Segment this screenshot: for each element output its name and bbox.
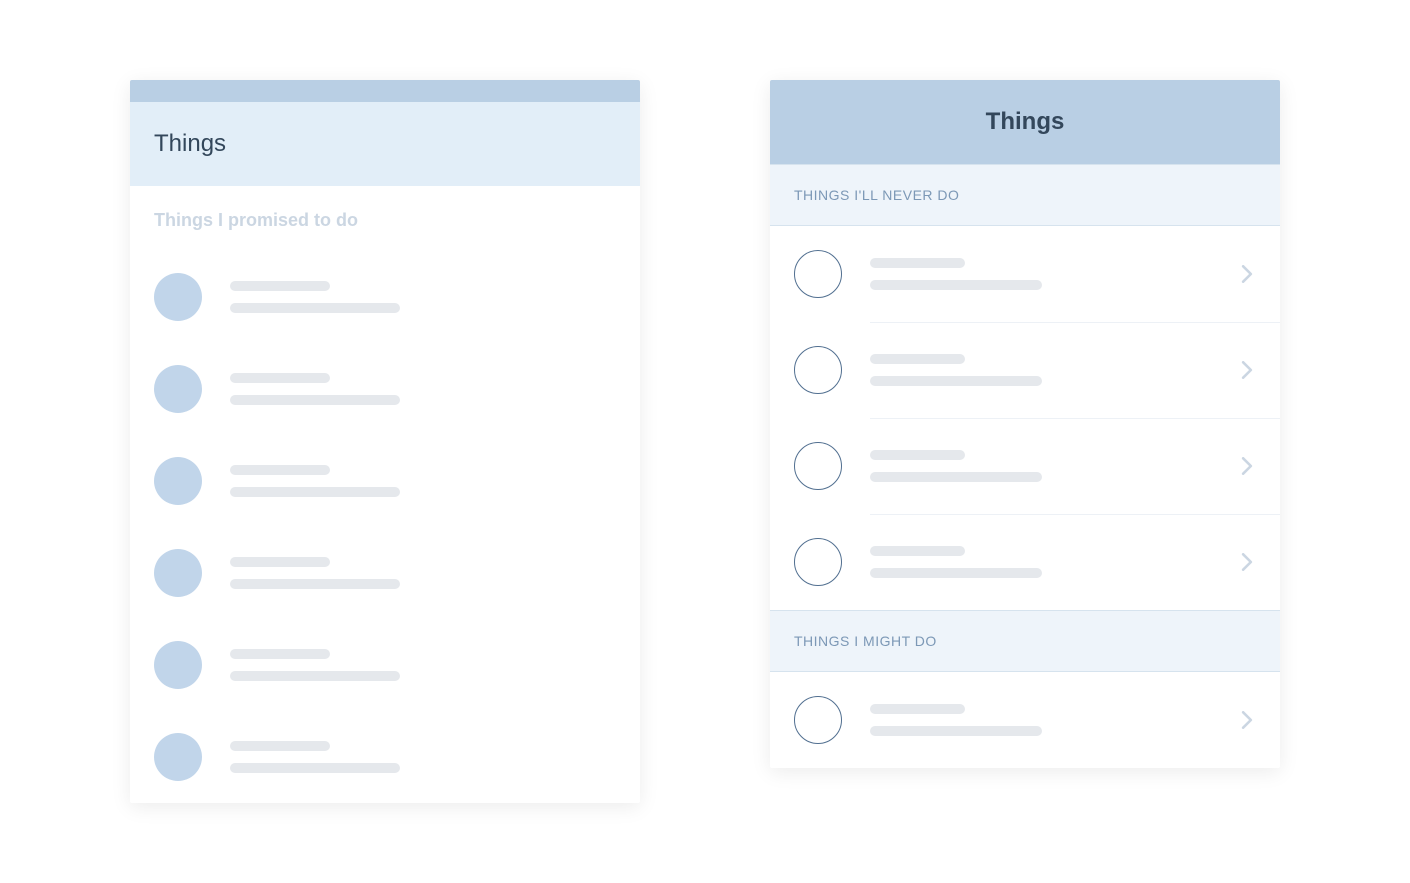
text-placeholder: [870, 450, 1210, 482]
chevron-right-icon: [1238, 711, 1256, 729]
list-item[interactable]: [154, 343, 616, 435]
placeholder-line-short: [230, 465, 330, 475]
placeholder-line-short: [230, 557, 330, 567]
chevron-right-icon: [1238, 553, 1256, 571]
placeholder-line-long: [230, 671, 400, 681]
placeholder-line-long: [870, 568, 1042, 578]
text-placeholder: [230, 465, 616, 497]
placeholder-line-short: [230, 649, 330, 659]
placeholder-line-short: [870, 258, 965, 268]
placeholder-line-long: [230, 763, 400, 773]
list-item[interactable]: [154, 435, 616, 527]
panel-header: Things: [770, 80, 1280, 164]
list-group: [770, 672, 1280, 768]
list-item[interactable]: [770, 418, 1280, 514]
list-item[interactable]: [154, 251, 616, 343]
section-header: THINGS I'LL NEVER DO: [770, 164, 1280, 226]
text-placeholder: [870, 546, 1210, 578]
placeholder-line-long: [230, 579, 400, 589]
avatar-placeholder: [154, 457, 202, 505]
placeholder-line-long: [230, 395, 400, 405]
radio-circle[interactable]: [794, 346, 842, 394]
list-item[interactable]: [154, 619, 616, 711]
placeholder-line-short: [870, 354, 965, 364]
placeholder-line-long: [230, 303, 400, 313]
text-placeholder: [230, 741, 616, 773]
avatar-placeholder: [154, 549, 202, 597]
avatar-placeholder: [154, 365, 202, 413]
list-item[interactable]: [770, 514, 1280, 610]
radio-circle[interactable]: [794, 538, 842, 586]
list-item[interactable]: [770, 672, 1280, 768]
panel-header: Things: [130, 102, 640, 186]
placeholder-line-long: [870, 472, 1042, 482]
placeholder-line-short: [870, 450, 965, 460]
list-item[interactable]: [154, 711, 616, 803]
chevron-right-icon: [1238, 361, 1256, 379]
text-placeholder: [230, 373, 616, 405]
list-item[interactable]: [770, 226, 1280, 322]
avatar-placeholder: [154, 273, 202, 321]
placeholder-line-short: [230, 373, 330, 383]
radio-circle[interactable]: [794, 442, 842, 490]
placeholder-line-short: [870, 546, 965, 556]
radio-circle[interactable]: [794, 696, 842, 744]
placeholder-line-long: [870, 280, 1042, 290]
placeholder-line-long: [870, 726, 1042, 736]
wireframe-panel-left: Things Things I promised to do: [130, 80, 640, 803]
list-item[interactable]: [154, 527, 616, 619]
text-placeholder: [870, 354, 1210, 386]
placeholder-line-short: [230, 741, 330, 751]
radio-circle[interactable]: [794, 250, 842, 298]
list-item[interactable]: [770, 322, 1280, 418]
placeholder-line-short: [870, 704, 965, 714]
placeholder-line-long: [230, 487, 400, 497]
avatar-placeholder: [154, 733, 202, 781]
text-placeholder: [870, 704, 1210, 736]
list: [130, 241, 640, 803]
placeholder-line-long: [870, 376, 1042, 386]
section-label: Things I promised to do: [130, 186, 640, 241]
avatar-placeholder: [154, 641, 202, 689]
section-header: THINGS I MIGHT DO: [770, 610, 1280, 672]
chevron-right-icon: [1238, 457, 1256, 475]
panel-title: Things: [790, 108, 1260, 136]
text-placeholder: [230, 557, 616, 589]
placeholder-line-short: [230, 281, 330, 291]
top-accent-bar: [130, 80, 640, 102]
text-placeholder: [230, 649, 616, 681]
list-group: [770, 226, 1280, 610]
text-placeholder: [230, 281, 616, 313]
text-placeholder: [870, 258, 1210, 290]
wireframe-panel-right: Things THINGS I'LL NEVER DO: [770, 80, 1280, 768]
chevron-right-icon: [1238, 265, 1256, 283]
panel-title: Things: [154, 130, 616, 158]
